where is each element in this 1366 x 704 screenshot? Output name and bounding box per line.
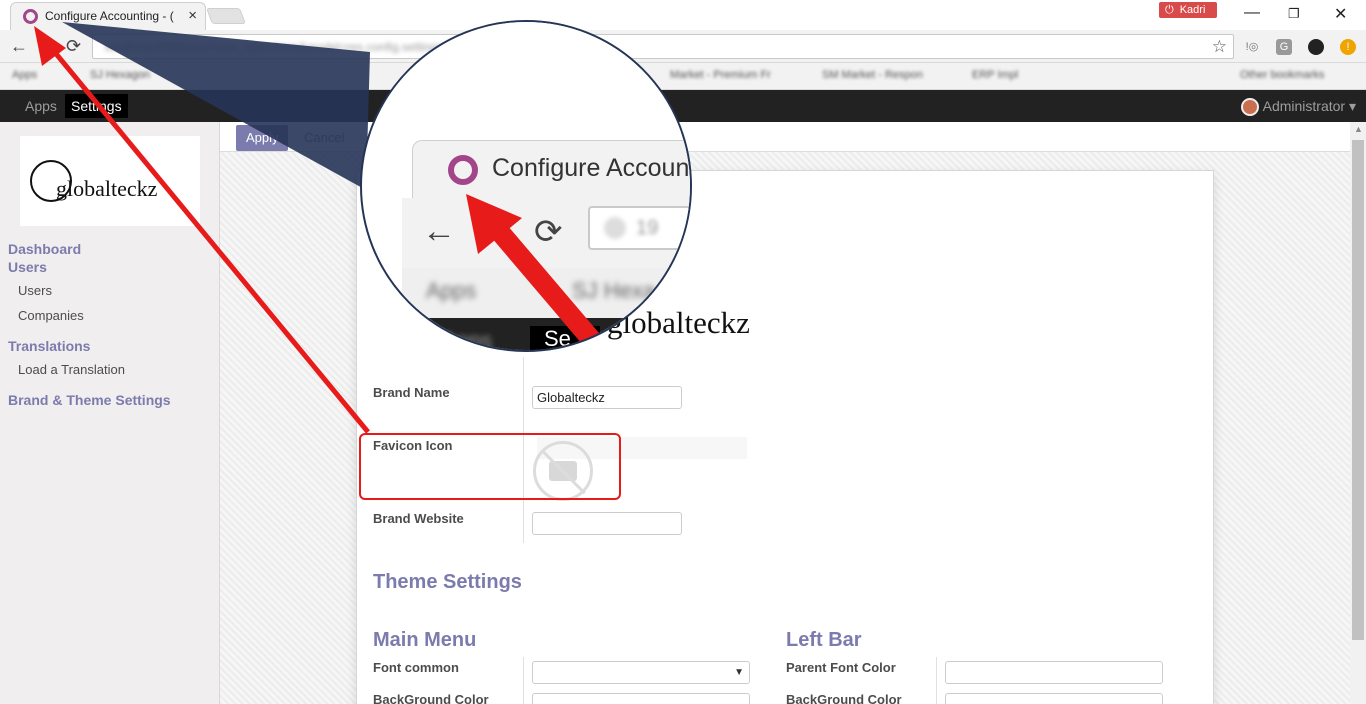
logo-text: globalteckz [56,176,158,201]
parent-font-color-input[interactable] [945,661,1163,684]
brand-website-input[interactable] [532,512,682,535]
main-bg-color-label: BackGround Color [373,692,489,704]
back-icon[interactable]: ← [10,36,28,57]
favicon-highlight-box [359,433,621,500]
restore-icon[interactable]: ❐ [1288,6,1300,22]
extension-icon-2[interactable]: G [1276,39,1292,55]
sidebar-item-companies[interactable]: Companies [18,308,84,323]
minimize-icon[interactable]: — [1244,4,1260,22]
scroll-thumb[interactable] [1352,140,1364,640]
menu-apps[interactable]: Apps [19,90,63,122]
alert-icon[interactable]: ! [1340,39,1356,55]
close-window-icon[interactable]: ✕ [1334,4,1347,24]
label-divider-3 [936,657,937,704]
magnifier-callout: Configure Account ← ⟳ 19 Apps SJ Hexa Ap… [360,20,692,352]
brand-name-label: Brand Name [373,385,450,400]
sidebar-head-translations[interactable]: Translations [8,338,90,354]
apply-button[interactable]: Apply [236,125,288,151]
company-logo: globalteckz [20,136,200,226]
user-name: Administrator ▾ [1262,98,1356,114]
magnified-arrow [466,194,610,350]
favicon-icon [23,9,38,24]
sidebar-item-users[interactable]: Users [18,283,52,298]
bookmark-erp[interactable]: ERP Impl [972,69,1018,81]
left-bar-heading: Left Bar [786,629,862,651]
avatar [1240,98,1259,117]
font-common-select[interactable]: ▼ [532,661,750,684]
extension-icon-3[interactable] [1308,39,1324,55]
bookmark-sj[interactable]: SJ Hexagon [90,69,150,81]
main-menu-heading: Main Menu [373,629,477,651]
cancel-button[interactable]: Cancel [296,125,356,151]
sidebar-head-users[interactable]: Users [8,259,47,275]
bookmark-apps[interactable]: Apps [12,69,37,81]
bookmark-other[interactable]: Other bookmarks [1240,69,1324,81]
font-common-label: Font common [373,660,459,675]
theme-settings-heading: Theme Settings [373,571,522,593]
brand-website-label: Brand Website [373,511,464,526]
new-tab-button[interactable] [206,8,246,24]
user-menu[interactable]: Administrator ▾ [1240,90,1356,122]
settings-sidebar: globalteckz Dashboard Users Users Compan… [0,122,220,704]
left-bg-color-label: BackGround Color [786,692,902,704]
brand-name-input[interactable]: Globalteckz [532,386,682,409]
profile-name: Kadri [1179,4,1206,16]
left-bg-color-input[interactable] [945,693,1163,704]
profile-icon: ⏻ [1165,4,1174,16]
sidebar-item-load-translation[interactable]: Load a Translation [18,362,125,377]
bookmark-sm-market[interactable]: SM Market - Respon [822,69,923,81]
scroll-up-icon[interactable]: ▲ [1354,124,1363,134]
reload-icon[interactable]: ⟳ [66,36,81,57]
bookmark-star-icon[interactable]: ☆ [1212,37,1227,57]
extension-icon-1[interactable]: !◎ [1244,39,1260,55]
menu-settings[interactable]: Settings [65,94,128,118]
page-scrollbar[interactable]: ▲ [1350,122,1366,704]
label-divider-2 [523,657,524,704]
tab-close-icon[interactable]: × [188,7,197,24]
browser-tab[interactable]: Configure Accounting - ( × [10,2,206,30]
tab-title: Configure Accounting - ( [45,9,174,23]
magnified-arrow-line [480,211,610,350]
sidebar-item-brand-theme[interactable]: Brand & Theme Settings [8,392,171,408]
parent-font-color-label: Parent Font Color [786,660,896,675]
forward-icon: → [40,36,58,56]
sidebar-item-dashboard[interactable]: Dashboard [8,241,81,257]
chevron-down-icon: ▼ [734,667,744,678]
profile-badge[interactable]: ⏻ Kadri [1159,2,1217,18]
main-bg-color-input[interactable] [532,693,750,704]
